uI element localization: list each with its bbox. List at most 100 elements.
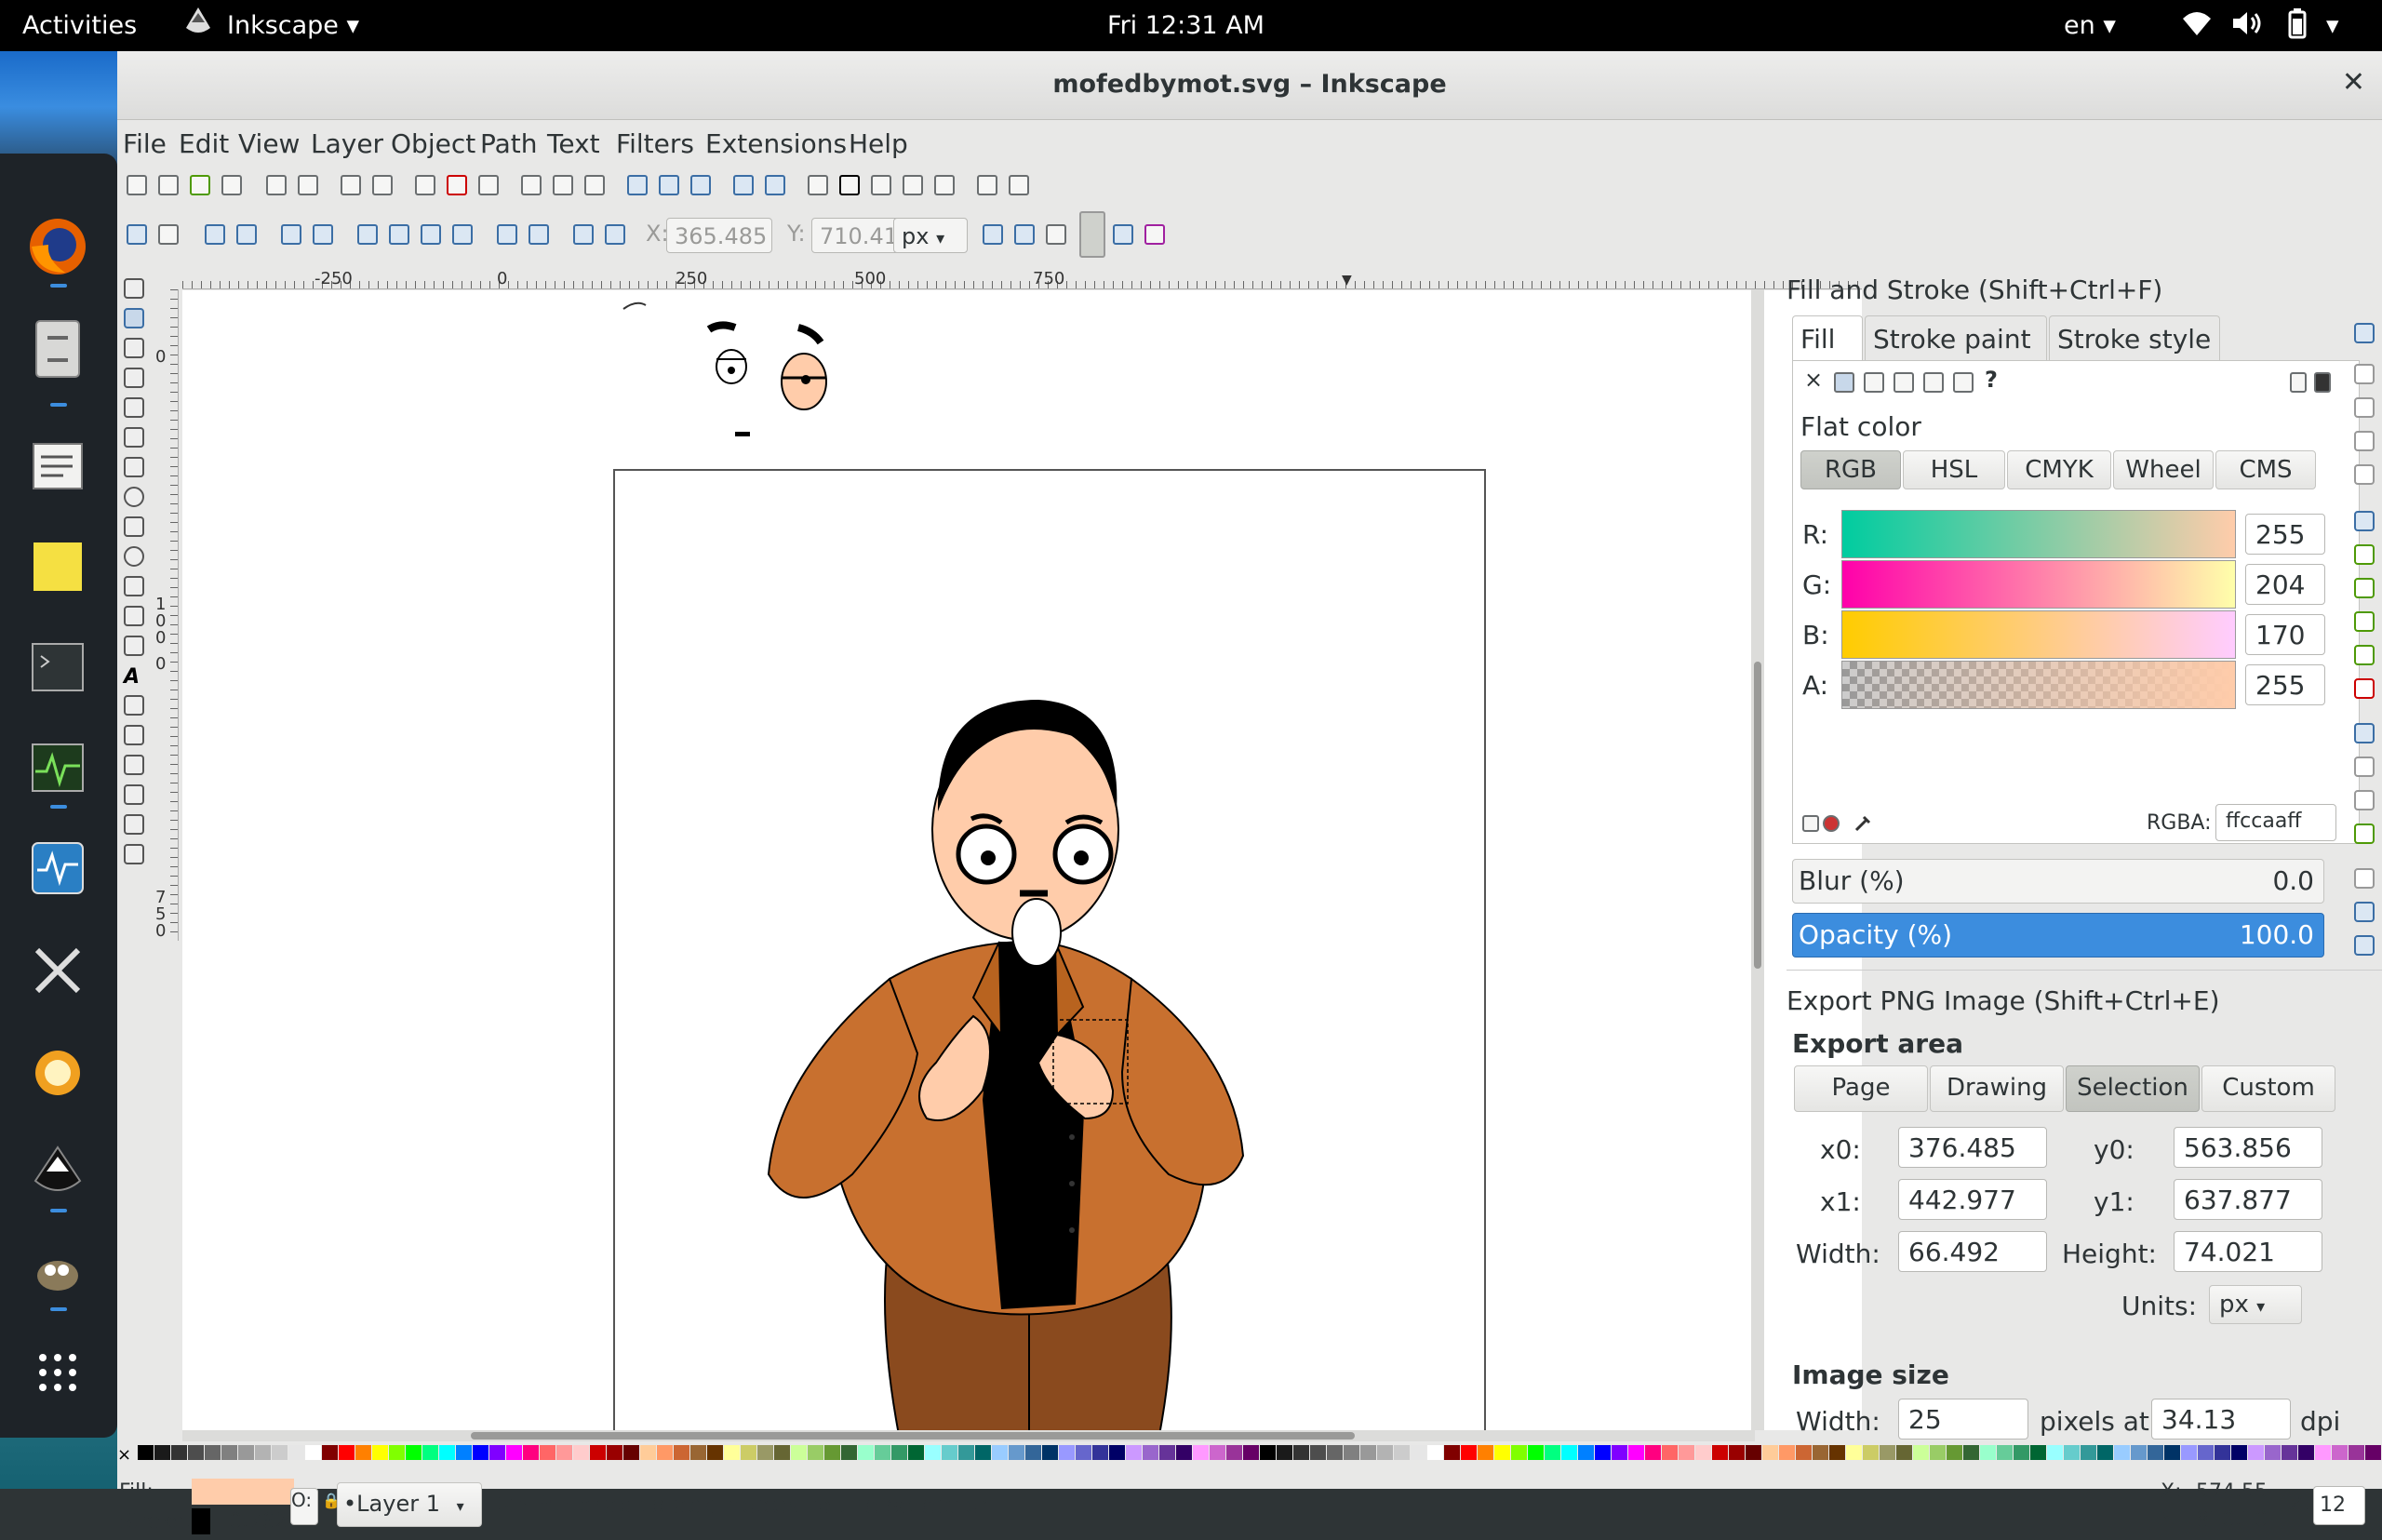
smooth-node-icon[interactable] <box>389 224 409 245</box>
palette-swatch[interactable] <box>1628 1445 1644 1460</box>
palette-swatch[interactable] <box>1126 1445 1142 1460</box>
calligraphy-tool-icon[interactable] <box>124 636 144 656</box>
palette-swatch[interactable] <box>339 1445 355 1460</box>
selector-tool-icon[interactable] <box>124 278 144 299</box>
zoom-field[interactable]: 12 <box>2313 1486 2365 1525</box>
palette-swatch[interactable] <box>1679 1445 1694 1460</box>
flat-color-icon[interactable] <box>1834 372 1854 393</box>
new-document-icon[interactable] <box>127 175 147 195</box>
clone-icon[interactable] <box>659 175 679 195</box>
pencil-tool-icon[interactable] <box>124 576 144 596</box>
y0-spinbox[interactable]: 563.856 <box>2174 1127 2322 1168</box>
x1-spinbox[interactable]: 442.977 <box>1898 1179 2047 1220</box>
eraser-tool-icon[interactable] <box>124 725 144 745</box>
connector-tool-icon[interactable] <box>124 844 144 864</box>
ungroup-icon[interactable] <box>765 175 785 195</box>
palette-swatch[interactable] <box>1729 1445 1745 1460</box>
tab-wheel[interactable]: Wheel <box>2113 450 2214 489</box>
gradient-tool-icon[interactable] <box>124 784 144 805</box>
palette-swatch[interactable] <box>1478 1445 1493 1460</box>
palette-swatch[interactable] <box>540 1445 555 1460</box>
palette-swatch[interactable] <box>1813 1445 1828 1460</box>
snap-centers-icon[interactable] <box>2354 757 2375 777</box>
horizontal-scrollbar[interactable] <box>182 1430 1755 1441</box>
img-width-spinbox[interactable]: 25 <box>1898 1399 2028 1440</box>
unknown-paint-icon[interactable]: ? <box>1985 367 1998 393</box>
palette-swatch[interactable] <box>1360 1445 1376 1460</box>
opacity-spinbox[interactable]: Opacity (%) 100.0 <box>1792 913 2324 957</box>
group-icon[interactable] <box>733 175 754 195</box>
palette-swatch[interactable] <box>523 1445 539 1460</box>
palette-swatch[interactable] <box>2265 1445 2281 1460</box>
palette-swatch[interactable] <box>1578 1445 1594 1460</box>
y1-spinbox[interactable]: 637.877 <box>2174 1179 2322 1220</box>
palette-swatch[interactable] <box>305 1445 321 1460</box>
red-spinbox[interactable]: 255 <box>2245 514 2325 555</box>
rectangle-tool-icon[interactable] <box>124 427 144 448</box>
palette-swatch[interactable] <box>1193 1445 1209 1460</box>
menu-view[interactable]: View <box>238 128 300 159</box>
snap-guide-icon[interactable] <box>2354 935 2375 956</box>
palette-swatch[interactable] <box>1427 1445 1443 1460</box>
snap-page-icon[interactable] <box>2354 868 2375 889</box>
palette-swatch[interactable] <box>791 1445 807 1460</box>
palette-swatch[interactable] <box>389 1445 405 1460</box>
language-indicator[interactable]: en ▾ <box>2064 11 2116 40</box>
zoom-drawing-icon[interactable] <box>553 175 573 195</box>
zoom-selection-icon[interactable] <box>521 175 542 195</box>
palette-swatch[interactable] <box>2248 1445 2264 1460</box>
palette-swatch[interactable] <box>942 1445 957 1460</box>
palette-swatch[interactable] <box>824 1445 840 1460</box>
join-nodes-icon[interactable] <box>205 224 225 245</box>
activities-button[interactable]: Activities <box>22 11 137 40</box>
palette-swatch[interactable] <box>422 1445 438 1460</box>
snap-bbox-icon[interactable] <box>2354 364 2375 384</box>
tab-rgb[interactable]: RGB <box>1800 450 1901 489</box>
palette-swatch[interactable] <box>1009 1445 1024 1460</box>
menu-layer[interactable]: Layer <box>311 128 383 159</box>
terminal-icon[interactable] <box>26 636 89 699</box>
palette-swatch[interactable] <box>1528 1445 1544 1460</box>
menu-object[interactable]: Object <box>391 128 475 159</box>
palette-swatch[interactable] <box>657 1445 673 1460</box>
measure-tool-icon[interactable] <box>124 397 144 418</box>
palette-swatch[interactable] <box>2064 1445 2080 1460</box>
drawing-canvas[interactable] <box>182 290 1862 1430</box>
palette-swatch[interactable] <box>774 1445 790 1460</box>
paste-icon[interactable] <box>478 175 499 195</box>
fill-stroke-icon[interactable] <box>808 175 828 195</box>
palette-swatch[interactable] <box>1947 1445 1962 1460</box>
spiral-tool-icon[interactable] <box>124 546 144 567</box>
palette-swatch[interactable] <box>1896 1445 1912 1460</box>
palette-swatch[interactable] <box>489 1445 505 1460</box>
tab-cmyk[interactable]: CMYK <box>2007 450 2111 489</box>
snap-grid-icon[interactable] <box>2354 902 2375 922</box>
palette-swatch[interactable] <box>1260 1445 1276 1460</box>
stroke-to-path-icon[interactable] <box>605 224 625 245</box>
menu-help[interactable]: Help <box>849 128 908 159</box>
system-monitor-icon[interactable] <box>26 736 89 799</box>
palette-swatch[interactable] <box>1176 1445 1192 1460</box>
palette-swatch[interactable] <box>1545 1445 1560 1460</box>
palette-swatch[interactable] <box>590 1445 606 1460</box>
export-selection-button[interactable]: Selection <box>2066 1065 2200 1112</box>
palette-swatch[interactable] <box>1109 1445 1125 1460</box>
auto-smooth-node-icon[interactable] <box>452 224 473 245</box>
palette-swatch[interactable] <box>1980 1445 1996 1460</box>
units-select[interactable]: px ▾ <box>2209 1285 2302 1324</box>
vertical-scroll-thumb[interactable] <box>1754 662 1761 969</box>
palette-swatch[interactable] <box>1511 1445 1527 1460</box>
palette-swatch[interactable] <box>1561 1445 1577 1460</box>
snap-bbox-midpoint-icon[interactable] <box>2354 464 2375 485</box>
palette-swatch[interactable] <box>1377 1445 1393 1460</box>
palette-swatch[interactable] <box>1293 1445 1309 1460</box>
palette-swatch[interactable] <box>255 1445 271 1460</box>
palette-swatch[interactable] <box>1310 1445 1326 1460</box>
palette-swatch[interactable] <box>925 1445 941 1460</box>
palette-swatch[interactable] <box>1226 1445 1242 1460</box>
palette-swatch[interactable] <box>506 1445 522 1460</box>
snap-midpoints-icon[interactable] <box>2354 678 2375 699</box>
text-editor-icon[interactable] <box>26 435 89 498</box>
palette-swatch[interactable] <box>2114 1445 2130 1460</box>
unset-paint-icon[interactable]: × <box>1804 367 1823 393</box>
